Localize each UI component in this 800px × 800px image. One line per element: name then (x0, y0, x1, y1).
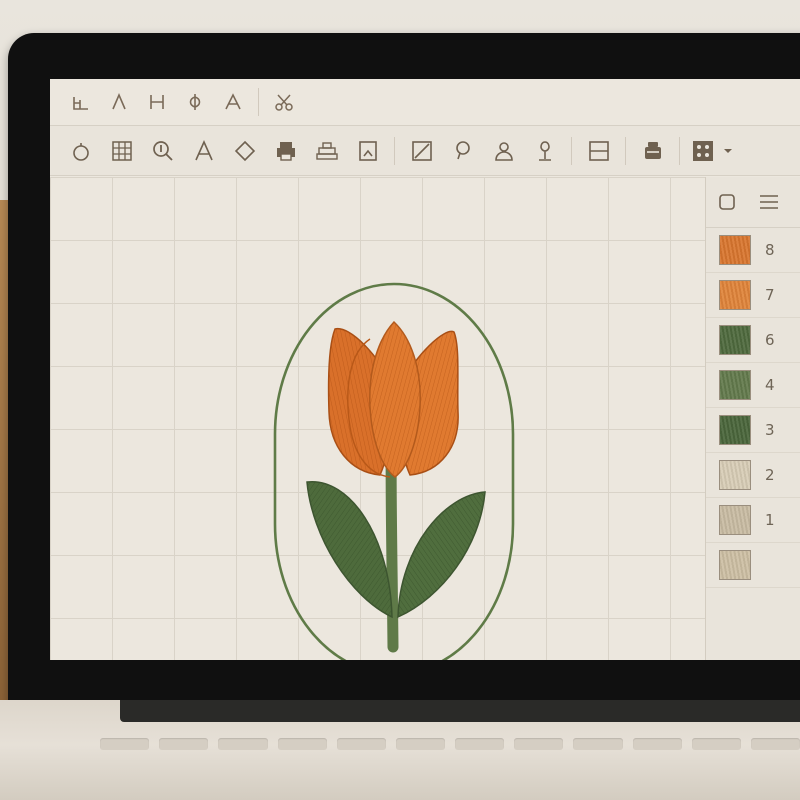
menu-icon[interactable] (748, 182, 790, 222)
mirror-icon[interactable] (176, 79, 214, 125)
thread-swatch[interactable] (719, 550, 751, 580)
swatch-label: 1 (765, 511, 775, 529)
thread-swatch[interactable] (719, 370, 751, 400)
left-leaf (306, 481, 393, 619)
letter-a-icon[interactable] (214, 79, 252, 125)
toolbar-divider (571, 136, 572, 165)
laptop-hinge (120, 700, 800, 722)
bookmark-icon[interactable] (347, 131, 388, 171)
panel-header (706, 177, 800, 228)
print-icon[interactable] (265, 131, 306, 171)
hoop-icon[interactable] (632, 131, 673, 171)
thread-swatch[interactable] (719, 235, 751, 265)
lasso-icon[interactable] (442, 131, 483, 171)
align-base-icon[interactable] (62, 79, 100, 125)
chevron-down-icon (724, 148, 732, 153)
thread-swatch[interactable] (719, 460, 751, 490)
toolbar-divider (258, 88, 259, 116)
swatch-row[interactable]: 8 (706, 228, 800, 273)
toolbar-divider (679, 136, 680, 165)
thread-swatch[interactable] (719, 505, 751, 535)
swatch-row[interactable] (706, 543, 800, 588)
swatch-list: 8 7 6 4 3 2 1 (706, 228, 800, 588)
keyboard (100, 738, 800, 768)
swatch-row[interactable]: 1 (706, 498, 800, 543)
swatch-row[interactable]: 7 (706, 273, 800, 318)
circle-tool-icon[interactable] (60, 131, 101, 171)
swatch-label: 2 (765, 466, 775, 484)
text-tool-icon[interactable] (183, 131, 224, 171)
toolbar-divider (625, 136, 626, 165)
thread-swatch[interactable] (719, 280, 751, 310)
thread-swatch[interactable] (719, 415, 751, 445)
design-canvas[interactable] (50, 177, 705, 660)
square-icon[interactable] (706, 182, 748, 222)
grid-icon[interactable] (101, 131, 142, 171)
top-toolbar (50, 79, 800, 126)
split-view-icon[interactable] (578, 131, 619, 171)
swatch-label: 7 (765, 286, 775, 304)
tulip-embroidery-design[interactable] (50, 177, 705, 660)
diamond-icon[interactable] (224, 131, 265, 171)
lambda-icon[interactable] (100, 79, 138, 125)
swatch-label: 3 (765, 421, 775, 439)
palette-dropdown[interactable] (688, 131, 734, 171)
toolbar-divider (394, 136, 395, 165)
swatch-row[interactable]: 6 (706, 318, 800, 363)
thread-palette-panel: 8 7 6 4 3 2 1 (705, 177, 800, 660)
dots-grid-icon (688, 131, 718, 171)
person-icon[interactable] (483, 131, 524, 171)
swatch-row[interactable]: 3 (706, 408, 800, 453)
stitch-pin-icon[interactable] (524, 131, 565, 171)
swatch-row[interactable]: 4 (706, 363, 800, 408)
h-tool-icon[interactable] (138, 79, 176, 125)
main-toolbar (50, 126, 800, 176)
zoom-icon[interactable] (142, 131, 183, 171)
swatch-label: 4 (765, 376, 775, 394)
fill-pattern-icon[interactable] (401, 131, 442, 171)
swatch-label: 8 (765, 241, 775, 259)
right-leaf (397, 491, 486, 619)
app-window: 8 7 6 4 3 2 1 (50, 79, 800, 660)
swatch-label: 6 (765, 331, 775, 349)
thread-swatch[interactable] (719, 325, 751, 355)
embroidery-machine-icon[interactable] (306, 131, 347, 171)
scissors-icon[interactable] (265, 79, 303, 125)
swatch-row[interactable]: 2 (706, 453, 800, 498)
